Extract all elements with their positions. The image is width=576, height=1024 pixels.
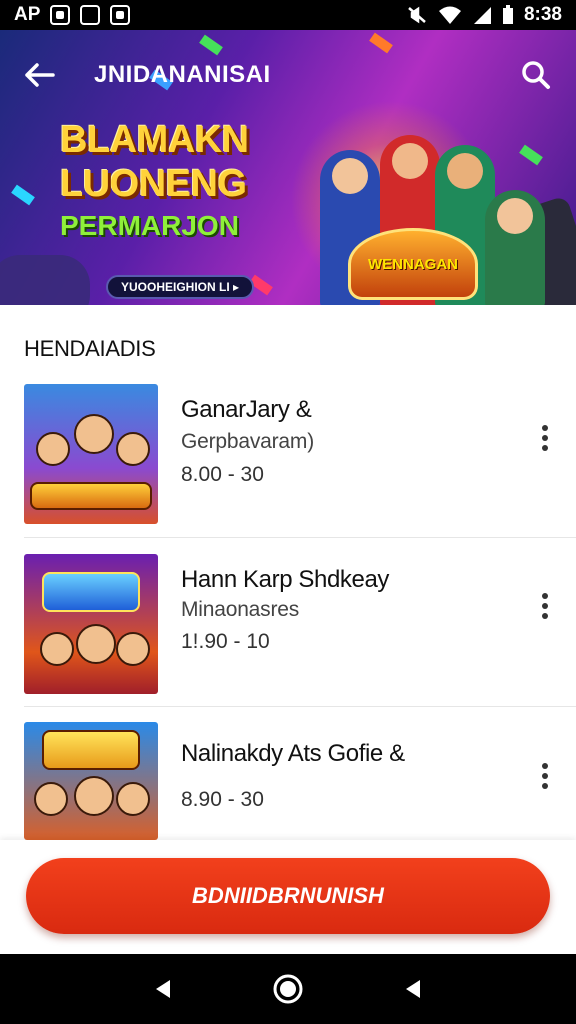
kebab-menu-icon [542, 425, 548, 431]
character-art [36, 432, 70, 466]
banner-shard [11, 184, 35, 206]
more-options-button[interactable] [532, 586, 558, 626]
status-time: 8:38 [523, 4, 562, 25]
character-art [74, 776, 114, 816]
divider [24, 537, 576, 538]
section-title: HENDAIADIS [24, 336, 156, 361]
item-price: 1!.90 - 10 [181, 630, 270, 653]
headline-line-2: LUONENG [60, 163, 247, 205]
arrow-left-icon [25, 63, 55, 87]
game-thumbnail[interactable] [24, 384, 158, 524]
item-title: Hann Karp Shdkeay [181, 566, 390, 593]
hero-banner[interactable]: WENNAGAN JNIDANANISAI BLAMAKN LUONENG PE… [0, 30, 576, 305]
screen-title: JNIDANANISAI [94, 61, 271, 88]
app-icon-1 [50, 5, 71, 25]
emblem-text: WENNAGAN [368, 255, 458, 273]
signal-icon [473, 7, 491, 24]
thumbnail-title-art [30, 482, 152, 510]
list-item[interactable]: Hann Karp Shdkeay Minaonasres 1!.90 - 10 [0, 550, 576, 700]
app-icon-3 [110, 5, 131, 25]
carrier-label: AP [14, 4, 41, 25]
status-bar: AP 8:38 [0, 0, 576, 30]
nav-back-button[interactable] [143, 969, 183, 1009]
character-art [116, 432, 150, 466]
character-art [40, 632, 74, 666]
headline-line-1: BLAMAKN [60, 119, 249, 161]
system-nav-bar [0, 954, 576, 1024]
nav-recent-button[interactable] [393, 969, 433, 1009]
hero-character [485, 190, 545, 305]
list-item[interactable]: GanarJary & Gerpbavaram) 8.00 - 30 [0, 380, 576, 530]
item-title: Nalinakdy Ats Gofie & [181, 740, 405, 767]
app-bar: JNIDANANISAI [0, 30, 576, 120]
banner-pill-button[interactable]: YUOOHEIGHION LI ▸ [106, 275, 254, 299]
item-price: 8.00 - 30 [181, 463, 264, 486]
more-options-button[interactable] [532, 418, 558, 458]
kebab-menu-icon [542, 593, 548, 599]
primary-cta-button[interactable]: BDNIIDBRNUNISH [26, 858, 550, 934]
item-price: 8.90 - 30 [181, 788, 264, 811]
circle-home-icon [273, 974, 303, 1004]
item-subtitle: Minaonasres [181, 598, 300, 621]
thumbnail-title-art [42, 572, 140, 612]
game-thumbnail[interactable] [24, 554, 158, 694]
character-art [116, 632, 150, 666]
status-left: AP [14, 4, 131, 26]
search-button[interactable] [516, 55, 556, 95]
item-title: GanarJary & [181, 396, 312, 423]
game-thumbnail[interactable] [24, 722, 158, 840]
gamepad-image [0, 255, 90, 305]
triangle-recent-icon [406, 980, 421, 998]
banner-emblem: WENNAGAN [348, 228, 478, 300]
character-art [76, 624, 116, 664]
app-icon-2 [80, 5, 101, 25]
divider [24, 706, 576, 707]
kebab-menu-icon [542, 763, 548, 769]
mute-icon [408, 6, 426, 24]
character-art [116, 782, 150, 816]
search-icon [522, 61, 550, 89]
more-options-button[interactable] [532, 756, 558, 796]
battery-icon [502, 5, 513, 24]
thumbnail-title-art [42, 730, 140, 770]
banner-headline: BLAMAKN LUONENG PERMARJON [60, 118, 300, 242]
headline-line-3: PERMARJON [60, 210, 239, 241]
character-art [34, 782, 68, 816]
wifi-icon [438, 6, 461, 24]
item-subtitle: Gerpbavaram) [181, 430, 314, 453]
status-right: 8:38 [406, 4, 562, 26]
triangle-back-icon [155, 980, 170, 998]
back-button[interactable] [20, 55, 60, 95]
nav-home-button[interactable] [268, 969, 308, 1009]
character-art [74, 414, 114, 454]
